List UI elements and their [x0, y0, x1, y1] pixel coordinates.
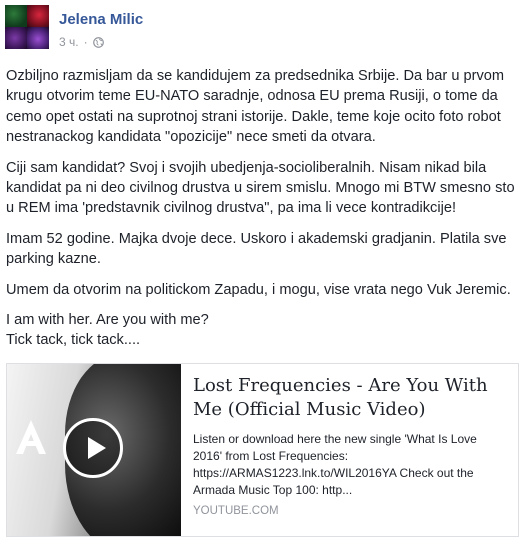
link-preview-card[interactable]: Lost Frequencies - Are You With Me (Offi…: [6, 363, 519, 537]
post-paragraph: Ciji sam kandidat? Svoj i svojih ubedjen…: [6, 159, 515, 217]
video-thumbnail[interactable]: [7, 364, 181, 536]
post-paragraph: Umem da otvorim na politickom Zapadu, i …: [6, 281, 511, 298]
link-domain: YOUTUBE.COM: [193, 505, 279, 517]
post-line: Tick tack, tick tack....: [6, 332, 141, 349]
armada-logo-icon: [16, 420, 46, 454]
post-paragraph: Imam 52 godine. Majka dvoje dece. Uskoro…: [6, 230, 507, 268]
play-icon[interactable]: [63, 418, 123, 478]
facebook-post: Jelena Milic 3 ч. · Ozbiljno razmisljam …: [0, 0, 525, 545]
post-time[interactable]: 3 ч.: [59, 35, 79, 49]
post-paragraph: I am with her. Are you with me? Tick tack…: [6, 310, 518, 351]
globe-icon[interactable]: [92, 36, 104, 48]
link-description: Listen or download here the new single '…: [193, 432, 477, 497]
link-info: Lost Frequencies - Are You With Me (Offi…: [181, 364, 518, 536]
meta-separator: ·: [83, 35, 88, 49]
post-meta: 3 ч. ·: [59, 35, 104, 49]
author-name[interactable]: Jelena Milic: [59, 11, 143, 28]
post-body: Ozbiljno razmisljam da se kandidujem za …: [6, 66, 518, 351]
post-line: I am with her. Are you with me?: [6, 312, 209, 329]
link-title[interactable]: Lost Frequencies - Are You With Me (Offi…: [193, 374, 506, 422]
post-paragraph: Ozbiljno razmisljam da se kandidujem za …: [6, 68, 505, 146]
avatar[interactable]: [5, 5, 49, 49]
